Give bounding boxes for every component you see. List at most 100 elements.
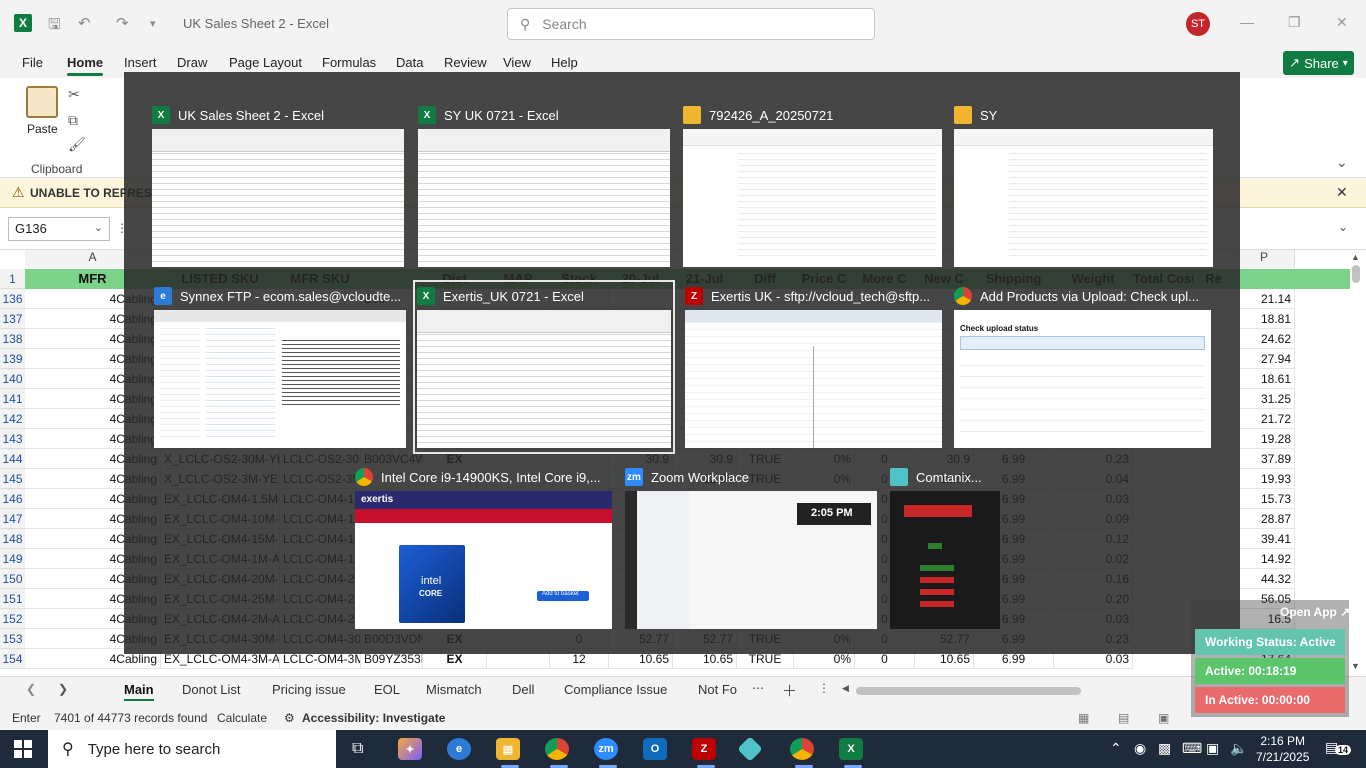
outlook-icon[interactable]: O xyxy=(643,738,667,760)
next-sheet-icon[interactable]: ❯ xyxy=(58,682,68,696)
table-cell[interactable]: 44.32 xyxy=(1234,569,1295,589)
save-icon[interactable]: 🖫 xyxy=(48,14,61,39)
row-number[interactable]: 149 xyxy=(0,549,25,569)
row-number[interactable]: 138 xyxy=(0,329,25,349)
column-header-p[interactable]: P xyxy=(1234,250,1295,268)
menu-home[interactable]: Home xyxy=(67,55,104,76)
edge-icon[interactable]: e xyxy=(447,738,471,760)
menu-view[interactable]: View xyxy=(503,55,531,70)
switcher-window-excel[interactable]: X UK Sales Sheet 2 - Excel xyxy=(152,105,404,267)
copilot-icon[interactable]: ✦ xyxy=(398,738,422,760)
page-layout-view-icon[interactable]: ▤ xyxy=(1118,711,1129,725)
paste-icon[interactable] xyxy=(26,86,58,118)
row-number[interactable]: 144 xyxy=(0,449,25,469)
notification-center-icon[interactable]: ▤ 14 xyxy=(1325,739,1352,756)
row-number[interactable]: 141 xyxy=(0,389,25,409)
format-painter-icon[interactable]: 🖌 xyxy=(68,136,86,153)
sheet-tab-donot-list[interactable]: Donot List xyxy=(182,682,241,697)
table-cell[interactable]: 37.89 xyxy=(1234,449,1295,469)
row-number[interactable]: 150 xyxy=(0,569,25,589)
switcher-window-web[interactable]: e Synnex FTP - ecom.sales@vcloudte... xyxy=(154,286,406,448)
table-cell[interactable]: 14.92 xyxy=(1234,549,1295,569)
meet-now-icon[interactable]: ◉ xyxy=(1134,740,1146,757)
network-icon[interactable]: ▣ xyxy=(1206,740,1219,757)
sheet-tab-dell[interactable]: Dell xyxy=(512,682,534,697)
search-box[interactable]: ⚲ Search xyxy=(507,8,875,40)
switcher-window-upload[interactable]: Add Products via Upload: Check upl... Che… xyxy=(954,286,1211,448)
table-cell[interactable]: 18.81 xyxy=(1234,309,1295,329)
switcher-window-explorer[interactable]: 792426_A_20250721 xyxy=(683,105,942,267)
close-icon[interactable]: ✕ xyxy=(1336,14,1348,31)
switcher-window-zoom[interactable]: zm Zoom Workplace 2:05 PM xyxy=(625,467,877,629)
table-cell[interactable]: 21.72 xyxy=(1234,409,1295,429)
cut-icon[interactable]: ✂ xyxy=(68,86,80,103)
chrome-profile-icon[interactable] xyxy=(790,738,814,760)
horizontal-scrollbar-thumb[interactable] xyxy=(856,687,1081,695)
comtanix-icon[interactable] xyxy=(737,736,763,762)
row-number[interactable]: 137 xyxy=(0,309,25,329)
name-box[interactable]: G136 ⌄ xyxy=(8,217,110,241)
menu-formulas[interactable]: Formulas xyxy=(322,55,376,70)
sheet-tab-eol[interactable]: EOL xyxy=(374,682,400,697)
row-number[interactable]: 152 xyxy=(0,609,25,629)
expand-formula-bar-icon[interactable]: ⌄ xyxy=(1338,220,1348,234)
switcher-window-exertis-web[interactable]: Intel Core i9-14900KS, Intel Core i9,...… xyxy=(355,467,612,629)
show-hidden-icons-icon[interactable]: ⌃ xyxy=(1110,740,1122,757)
table-cell[interactable]: 18.61 xyxy=(1234,369,1295,389)
table-cell[interactable]: 15.73 xyxy=(1234,489,1295,509)
switcher-window-filezilla[interactable]: Z Exertis UK - sftp://vcloud_tech@sftp... xyxy=(685,286,942,448)
scroll-down-icon[interactable]: ▼ xyxy=(1351,661,1360,671)
minimize-icon[interactable]: — xyxy=(1240,14,1254,30)
scroll-up-icon[interactable]: ▲ xyxy=(1351,252,1360,262)
sheet-tab-compliance-issue[interactable]: Compliance Issue xyxy=(564,682,667,697)
taskbar-search[interactable]: ⚲ Type here to search xyxy=(48,730,336,768)
previous-sheet-icon[interactable]: ❮ xyxy=(26,682,36,696)
filezilla-icon[interactable]: Z xyxy=(692,738,716,760)
sheet-tab-not-fo[interactable]: Not Fo xyxy=(698,682,737,697)
table-cell[interactable]: 39.41 xyxy=(1234,529,1295,549)
row-number[interactable]: 140 xyxy=(0,369,25,389)
file-explorer-icon[interactable]: ▤ xyxy=(496,738,520,760)
page-break-view-icon[interactable]: ▣ xyxy=(1158,711,1169,725)
paste-label[interactable]: Paste xyxy=(27,122,58,136)
row-number[interactable]: 1 xyxy=(0,269,25,289)
collapse-ribbon-icon[interactable]: ⌄ xyxy=(1336,154,1348,171)
display-icon[interactable]: ▩ xyxy=(1158,740,1171,757)
add-sheet-icon[interactable]: ＋ xyxy=(782,680,797,701)
row-number[interactable]: 136 xyxy=(0,289,25,309)
more-sheets-icon[interactable]: ⋯ xyxy=(752,681,764,695)
excel-taskbar-icon[interactable]: X xyxy=(839,738,863,760)
row-number[interactable]: 153 xyxy=(0,629,25,649)
row-number[interactable]: 147 xyxy=(0,509,25,529)
row-number[interactable]: 145 xyxy=(0,469,25,489)
switcher-window-explorer[interactable]: SY xyxy=(954,105,1213,267)
volume-icon[interactable]: 🔈 xyxy=(1230,740,1247,757)
table-cell[interactable]: 19.93 xyxy=(1234,469,1295,489)
normal-view-icon[interactable]: ▦ xyxy=(1078,711,1089,725)
vertical-scrollbar-thumb[interactable] xyxy=(1352,265,1360,283)
status-accessibility[interactable]: Accessibility: Investigate xyxy=(302,711,445,725)
menu-insert[interactable]: Insert xyxy=(124,55,157,70)
table-cell[interactable]: 21.14 xyxy=(1234,289,1295,309)
redo-icon[interactable]: ↷ xyxy=(116,14,129,32)
row-number[interactable]: 142 xyxy=(0,409,25,429)
row-number[interactable]: 148 xyxy=(0,529,25,549)
open-app-link[interactable]: Open App ↗ xyxy=(1280,605,1350,619)
menu-page-layout[interactable]: Page Layout xyxy=(229,55,302,70)
chrome-icon[interactable] xyxy=(545,738,569,760)
menu-draw[interactable]: Draw xyxy=(177,55,207,70)
table-cell[interactable]: 24.62 xyxy=(1234,329,1295,349)
menu-review[interactable]: Review xyxy=(444,55,487,70)
table-cell[interactable]: 27.94 xyxy=(1234,349,1295,369)
system-clock[interactable]: 2:16 PM 7/21/2025 xyxy=(1256,733,1309,765)
row-number[interactable]: 154 xyxy=(0,649,25,669)
windows-start-icon[interactable] xyxy=(14,740,32,758)
switcher-window-excel[interactable]: X SY UK 0721 - Excel xyxy=(418,105,670,267)
sheet-tab-pricing-issue[interactable]: Pricing issue xyxy=(272,682,346,697)
tab-options-icon[interactable]: ⋮ xyxy=(818,681,830,695)
row-number[interactable]: 139 xyxy=(0,349,25,369)
copy-icon[interactable]: ⧉ xyxy=(68,112,78,129)
table-cell[interactable]: 28.87 xyxy=(1234,509,1295,529)
status-calculate[interactable]: Calculate xyxy=(217,711,267,725)
avatar[interactable]: ST xyxy=(1186,12,1210,36)
